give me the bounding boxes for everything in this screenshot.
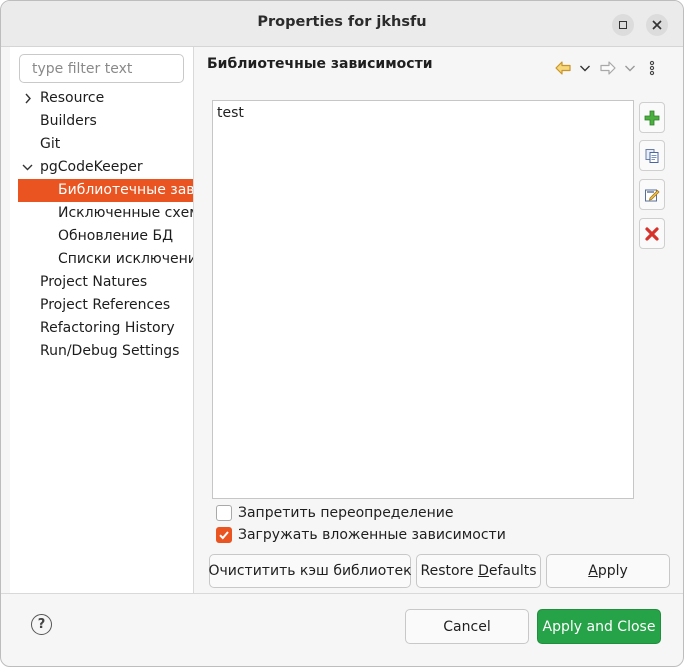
- tree-item-label: Git: [40, 136, 61, 152]
- copy-icon: [645, 148, 659, 163]
- button-label: Apply and Close: [542, 618, 656, 635]
- chevron-right-icon[interactable]: [24, 87, 36, 110]
- load-nested-checkbox[interactable]: Загружать вложенные зависимости: [216, 525, 506, 545]
- button-label: Очиститить кэш библиотек: [208, 563, 412, 579]
- tree-item-label: pgCodeKeeper: [40, 159, 143, 175]
- tree-item-label: Project References: [40, 297, 171, 313]
- property-tree: Resource Builders Git pgCodeKeeper Библи…: [10, 87, 193, 363]
- chevron-down-icon[interactable]: [22, 156, 34, 179]
- tree-item-excluded-schemas[interactable]: Исключенные схемы: [10, 202, 193, 225]
- title-bar: Properties for jkhsfu: [1, 1, 683, 47]
- back-menu-chevron-down-icon[interactable]: [579, 59, 591, 77]
- button-bar-separator: [1, 593, 683, 594]
- maximize-icon: [619, 21, 627, 29]
- close-button[interactable]: [646, 14, 668, 36]
- delete-icon: [645, 226, 659, 241]
- window-title: Properties for jkhsfu: [257, 14, 427, 30]
- checkbox-box[interactable]: [216, 527, 232, 543]
- properties-dialog: Properties for jkhsfu Resource Builders …: [0, 0, 684, 667]
- forbid-override-checkbox[interactable]: Запретить переопределение: [216, 503, 454, 523]
- button-label: Cancel: [443, 618, 491, 635]
- forward-menu-chevron-down-icon[interactable]: [624, 59, 636, 77]
- tree-item-git[interactable]: Git: [10, 133, 193, 156]
- add-icon: [644, 110, 660, 125]
- tree-item-label: Библиотечные зависимости: [58, 182, 193, 198]
- checkbox-label: Запретить переопределение: [238, 505, 454, 521]
- tree-item-project-references[interactable]: Project References: [10, 294, 193, 317]
- tree-item-library-dependencies[interactable]: Библиотечные зависимости: [18, 179, 193, 202]
- filter-input[interactable]: [19, 54, 184, 83]
- button-label: Apply: [588, 563, 628, 579]
- tree-item-label: Обновление БД: [58, 228, 174, 244]
- tree-item-label: Run/Debug Settings: [40, 343, 180, 359]
- forward-arrow-icon[interactable]: [599, 59, 617, 77]
- apply-button[interactable]: Apply: [546, 554, 670, 588]
- tree-item-builders[interactable]: Builders: [10, 110, 193, 133]
- navigation-pane: Resource Builders Git pgCodeKeeper Библи…: [10, 47, 193, 593]
- tree-item-pgcodekeeper[interactable]: pgCodeKeeper: [10, 156, 193, 179]
- tree-item-label: Builders: [40, 113, 97, 129]
- tree-item-refactoring-history[interactable]: Refactoring History: [10, 317, 193, 340]
- property-page: Библиотечные зависимости test Запретить …: [194, 47, 683, 593]
- tree-item-run-debug-settings[interactable]: Run/Debug Settings: [10, 340, 193, 363]
- page-title: Библиотечные зависимости: [207, 56, 433, 72]
- copy-button[interactable]: [639, 140, 665, 171]
- edit-icon: [645, 189, 660, 201]
- close-icon: [652, 20, 662, 30]
- add-button[interactable]: [639, 102, 665, 133]
- view-menu-icon[interactable]: [648, 59, 656, 77]
- checkbox-label: Загружать вложенные зависимости: [238, 527, 506, 543]
- restore-defaults-button[interactable]: Restore Defaults: [416, 554, 541, 588]
- maximize-button[interactable]: [612, 14, 634, 36]
- edit-button[interactable]: [639, 179, 665, 210]
- tree-item-project-natures[interactable]: Project Natures: [10, 271, 193, 294]
- tree-item-label: Списки исключений: [58, 251, 193, 267]
- tree-item-resource[interactable]: Resource: [10, 87, 193, 110]
- help-button[interactable]: ?: [31, 614, 52, 635]
- help-icon: ?: [37, 617, 46, 632]
- tree-item-label: Refactoring History: [40, 320, 175, 336]
- button-label: Restore Defaults: [420, 563, 537, 579]
- tree-item-label: Исключенные схемы: [58, 205, 193, 221]
- tree-item-exclusion-lists[interactable]: Списки исключений: [10, 248, 193, 271]
- remove-button[interactable]: [639, 218, 665, 249]
- checkbox-box[interactable]: [216, 505, 232, 521]
- cancel-button[interactable]: Cancel: [405, 609, 529, 644]
- list-item[interactable]: test: [217, 105, 244, 121]
- tree-item-label: Project Natures: [40, 274, 148, 290]
- tree-item-label: Resource: [40, 90, 105, 106]
- apply-and-close-button[interactable]: Apply and Close: [537, 609, 661, 644]
- dependencies-list[interactable]: test: [212, 100, 634, 499]
- clear-cache-button[interactable]: Очиститить кэш библиотек: [208, 554, 412, 588]
- back-arrow-icon[interactable]: [554, 59, 572, 77]
- checkmark-icon: [219, 531, 229, 540]
- tree-item-db-update[interactable]: Обновление БД: [10, 225, 193, 248]
